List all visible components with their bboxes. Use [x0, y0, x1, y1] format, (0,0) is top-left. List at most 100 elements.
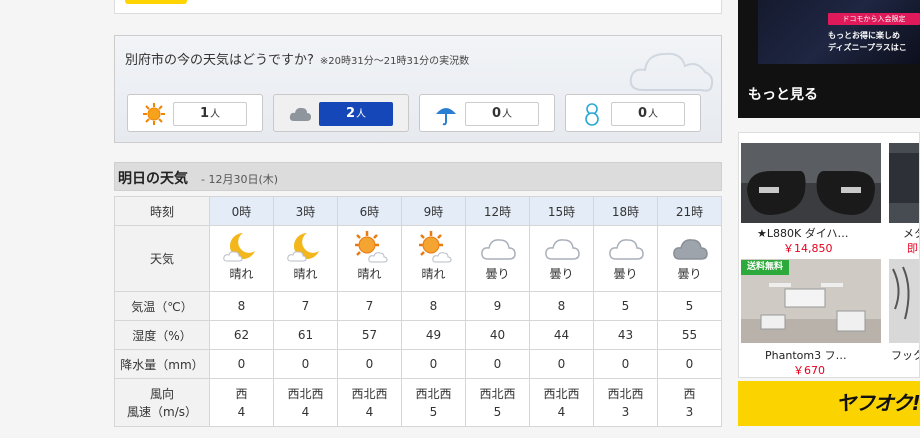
hour-cell: 3時 — [273, 196, 338, 226]
ad-line-2: ディズニープラスはこ — [828, 43, 907, 52]
wind-dir: 西 — [683, 386, 696, 401]
umbrella-icon — [436, 108, 456, 126]
hour-cell: 9時 — [401, 196, 466, 226]
wind-speed: 4 — [237, 404, 246, 419]
auction-item[interactable]: Phantom3 フ… ￥670 — [741, 259, 881, 377]
snowman-icon — [585, 103, 599, 126]
item-photo — [889, 143, 919, 223]
item-price: 即 — [907, 242, 918, 255]
item-name: Phantom3 フ… — [765, 349, 847, 362]
vote-count-value: 0 — [637, 106, 648, 121]
precip-cell: 0 — [657, 349, 722, 379]
vote-rain-button[interactable]: 0人 — [419, 94, 555, 132]
vote-unit: 人 — [648, 109, 659, 120]
poll-question-text: 別府市の今の天気はどうですか? — [125, 53, 314, 68]
weather-text: 曇り — [485, 267, 510, 281]
temp-cell: 7 — [273, 291, 338, 321]
wind-speed: 4 — [557, 404, 566, 419]
precip-cell: 0 — [465, 349, 530, 379]
wind-cell: 西北西 4 — [273, 378, 338, 427]
vote-unit: 人 — [210, 109, 221, 120]
item-photo — [889, 259, 919, 343]
auction-item[interactable]: フック — [889, 259, 919, 377]
humidity-cell: 43 — [593, 320, 658, 350]
forecast-row-weather: 天気 晴れ 晴れ 晴れ 晴れ 曇り 曇り 曇り 曇り — [114, 225, 722, 292]
hourly-forecast-table: 時刻 0時 3時 6時 9時 12時 15時 18時 21時 天気 晴れ 晴れ … — [114, 196, 722, 427]
vote-count-value: 2 — [345, 106, 356, 121]
weather-cell: 晴れ — [209, 225, 274, 292]
wind-cell: 西4 — [209, 378, 274, 427]
vote-unit: 人 — [356, 109, 367, 120]
cloud-icon — [608, 239, 644, 260]
humidity-cell: 40 — [465, 320, 530, 350]
moon-cloud-icon — [222, 233, 255, 262]
hour-cell: 21時 — [657, 196, 722, 226]
temp-cell: 5 — [657, 291, 722, 321]
wind-cell: 西北西 5 — [465, 378, 530, 427]
wind-dir: 西北西 — [287, 386, 324, 401]
hour-cell: 18時 — [593, 196, 658, 226]
cloud-icon — [544, 239, 580, 260]
wind-cell: 西北西 4 — [337, 378, 402, 427]
vote-cloudy-count: 2人 — [319, 102, 393, 126]
yellow-button-edge[interactable] — [125, 0, 187, 4]
docomo-ad[interactable]: ドコモから入会限定 もっとお得に楽しめ ディズニープラスはこ もっと見る — [738, 0, 920, 118]
weather-text: 曇り — [613, 267, 638, 281]
item-price: ￥14,850 — [783, 242, 833, 255]
yahoo-auction-banner[interactable]: ヤフオク! — [738, 381, 920, 426]
forecast-row-temp: 気温（℃） 8 7 7 8 9 8 5 5 — [114, 291, 722, 321]
temp-cell: 7 — [337, 291, 402, 321]
weather-text: 晴れ — [229, 267, 254, 281]
temp-cell: 8 — [529, 291, 594, 321]
forecast-row-precip: 降水量（mm） 0 0 0 0 0 0 0 0 — [114, 349, 722, 379]
free-shipping-badge: 送料無料 — [741, 260, 789, 275]
weather-text: 晴れ — [357, 267, 382, 281]
wind-speed: 5 — [429, 404, 438, 419]
vote-count-value: 0 — [491, 106, 502, 121]
auction-item[interactable]: メタ 即 — [889, 143, 919, 263]
forecast-row-humidity: 湿度（%） 62 61 57 49 40 44 43 55 — [114, 320, 722, 350]
precip-cell: 0 — [593, 349, 658, 379]
item-name: ★L880K ダイハ… — [757, 227, 849, 240]
vote-snow-button[interactable]: 0人 — [565, 94, 701, 132]
wind-speed: 3 — [621, 404, 630, 419]
row-label-weather: 天気 — [114, 225, 210, 292]
weather-cell: 曇り — [657, 225, 722, 292]
wind-cell: 西北西 5 — [401, 378, 466, 427]
wind-dir-label: 風向 — [149, 386, 174, 401]
row-label-wind: 風向 風速（m/s） — [114, 378, 210, 427]
temp-cell: 5 — [593, 291, 658, 321]
humidity-cell: 49 — [401, 320, 466, 350]
humidity-cell: 55 — [657, 320, 722, 350]
auction-items-ad: ★L880K ダイハ… ￥14,850 メタ 即 Phantom3 フ… ￥67… — [738, 132, 920, 378]
auction-logo: ヤフオク! — [836, 391, 920, 415]
wind-dir: 西北西 — [479, 386, 516, 401]
tomorrow-title: 明日の天気 — [118, 171, 188, 187]
dark-cloud-icon — [672, 239, 708, 260]
cloud-icon — [480, 239, 516, 260]
weather-text: 晴れ — [421, 267, 446, 281]
row-label-precip: 降水量（mm） — [114, 349, 210, 379]
more-link[interactable]: もっと見る — [748, 84, 818, 104]
weather-cell: 晴れ — [401, 225, 466, 292]
weather-cell: 曇り — [465, 225, 530, 292]
wind-cell: 西3 — [657, 378, 722, 427]
weather-text: 晴れ — [293, 267, 318, 281]
vote-cloudy-button[interactable]: 2人 — [273, 94, 409, 132]
humidity-cell: 44 — [529, 320, 594, 350]
vote-sunny-button[interactable]: 1人 — [127, 94, 263, 132]
precip-cell: 0 — [337, 349, 402, 379]
sun-cloud-icon — [418, 231, 452, 263]
item-price: ￥670 — [793, 364, 825, 377]
poll-question: 別府市の今の天気はどうですか? ※20時31分～21時31分の実況数 — [125, 49, 469, 68]
forecast-row-wind: 風向 風速（m/s） 西4 西北西 4 西北西 4 西北西 5 西北西 5 西北西 4 西北… — [114, 378, 722, 427]
poll-period: ※20時31分～21時31分の実況数 — [319, 56, 470, 67]
wind-speed: 3 — [685, 404, 694, 419]
tomorrow-date: - 12月30日(木) — [201, 173, 279, 186]
hour-cell: 15時 — [529, 196, 594, 226]
auction-item[interactable]: ★L880K ダイハ… ￥14,850 — [741, 143, 881, 263]
vote-count-value: 1 — [199, 106, 210, 121]
vote-snow-count: 0人 — [611, 102, 685, 126]
humidity-cell: 62 — [209, 320, 274, 350]
vote-unit: 人 — [502, 109, 513, 120]
